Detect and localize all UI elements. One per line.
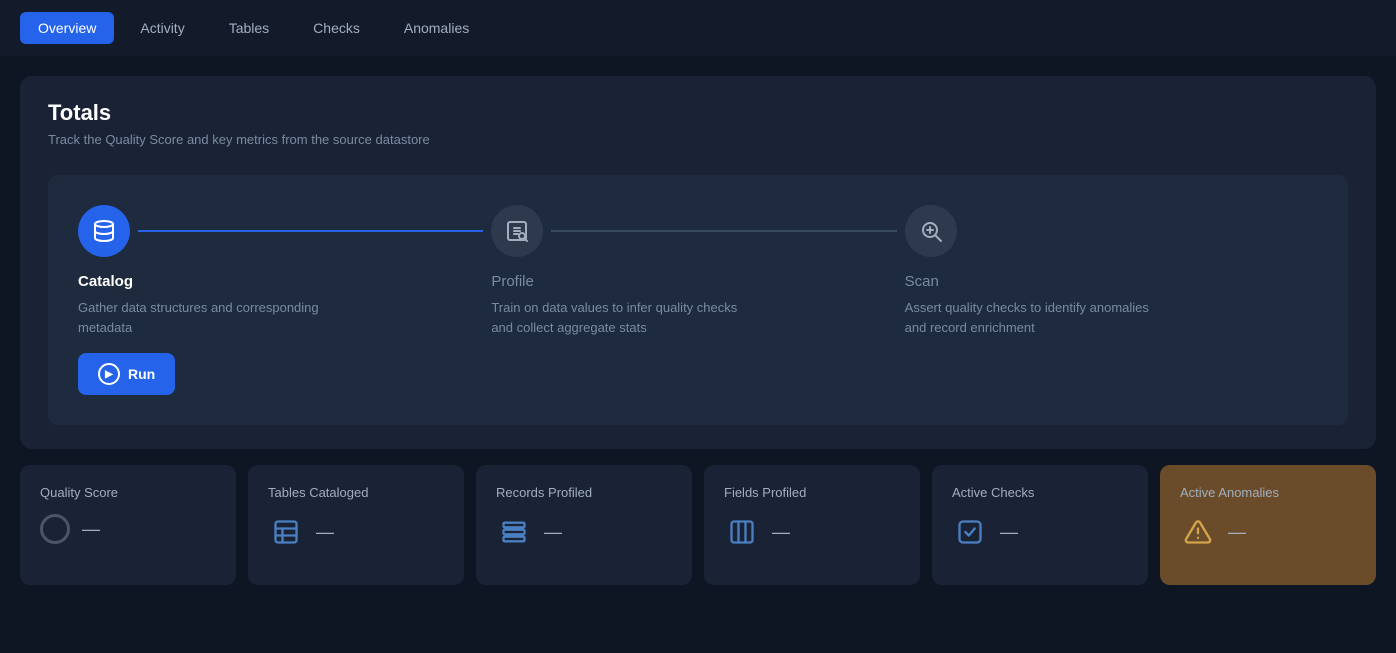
- fields-profiled-value: —: [772, 522, 790, 543]
- totals-title: Totals: [48, 100, 1348, 126]
- fields-profiled-value-row: —: [724, 514, 900, 550]
- tables-cataloged-value: —: [316, 522, 334, 543]
- profile-label: Profile: [491, 273, 534, 290]
- connector-2: [551, 230, 896, 232]
- records-profiled-value: —: [544, 522, 562, 543]
- metrics-row: Quality Score — Tables Cataloged —: [20, 465, 1376, 585]
- quality-score-icon: [40, 514, 70, 544]
- catalog-icon: [78, 205, 130, 257]
- totals-card: Totals Track the Quality Score and key m…: [20, 76, 1376, 449]
- fields-profiled-label: Fields Profiled: [724, 485, 900, 500]
- nav-activity[interactable]: Activity: [122, 12, 202, 44]
- quality-score-value-row: —: [40, 514, 216, 544]
- run-button-label: Run: [128, 366, 155, 382]
- catalog-label: Catalog: [78, 273, 133, 290]
- top-navigation: Overview Activity Tables Checks Anomalie…: [0, 0, 1396, 56]
- pipeline-step-profile: Profile Train on data values to infer qu…: [491, 205, 904, 337]
- metric-quality-score: Quality Score —: [20, 465, 236, 585]
- connector-1: [138, 230, 483, 232]
- nav-anomalies[interactable]: Anomalies: [386, 12, 487, 44]
- nav-checks[interactable]: Checks: [295, 12, 378, 44]
- quality-score-value: —: [82, 519, 100, 540]
- records-profiled-icon: [496, 514, 532, 550]
- quality-score-label: Quality Score: [40, 485, 216, 500]
- pipeline-step-scan: Scan Assert quality checks to identify a…: [905, 205, 1318, 337]
- active-checks-value-row: —: [952, 514, 1128, 550]
- scan-icon: [905, 205, 957, 257]
- records-profiled-label: Records Profiled: [496, 485, 672, 500]
- active-anomalies-label: Active Anomalies: [1180, 485, 1356, 500]
- catalog-description: Gather data structures and corresponding…: [78, 298, 338, 337]
- metric-active-checks: Active Checks —: [932, 465, 1148, 585]
- pipeline-step-catalog: Catalog Gather data structures and corre…: [78, 205, 491, 395]
- scan-label: Scan: [905, 273, 939, 290]
- active-checks-label: Active Checks: [952, 485, 1128, 500]
- tables-cataloged-label: Tables Cataloged: [268, 485, 444, 500]
- main-content: Totals Track the Quality Score and key m…: [0, 56, 1396, 605]
- metric-records-profiled: Records Profiled —: [476, 465, 692, 585]
- profile-icon: [491, 205, 543, 257]
- run-play-icon: ▶: [98, 363, 120, 385]
- scan-step-header: [905, 205, 1318, 257]
- nav-tables[interactable]: Tables: [211, 12, 287, 44]
- tables-cataloged-icon: [268, 514, 304, 550]
- run-button[interactable]: ▶ Run: [78, 353, 175, 395]
- metric-fields-profiled: Fields Profiled —: [704, 465, 920, 585]
- fields-profiled-icon: [724, 514, 760, 550]
- scan-description: Assert quality checks to identify anomal…: [905, 298, 1165, 337]
- profile-description: Train on data values to infer quality ch…: [491, 298, 751, 337]
- totals-subtitle: Track the Quality Score and key metrics …: [48, 132, 1348, 147]
- active-anomalies-value: —: [1228, 522, 1246, 543]
- pipeline: Catalog Gather data structures and corre…: [48, 175, 1348, 425]
- tables-cataloged-value-row: —: [268, 514, 444, 550]
- records-profiled-value-row: —: [496, 514, 672, 550]
- nav-overview[interactable]: Overview: [20, 12, 114, 44]
- active-checks-icon: [952, 514, 988, 550]
- active-anomalies-icon: [1180, 514, 1216, 550]
- metric-tables-cataloged: Tables Cataloged —: [248, 465, 464, 585]
- metric-active-anomalies: Active Anomalies —: [1160, 465, 1376, 585]
- active-checks-value: —: [1000, 522, 1018, 543]
- active-anomalies-value-row: —: [1180, 514, 1356, 550]
- profile-step-header: [491, 205, 904, 257]
- catalog-step-header: [78, 205, 491, 257]
